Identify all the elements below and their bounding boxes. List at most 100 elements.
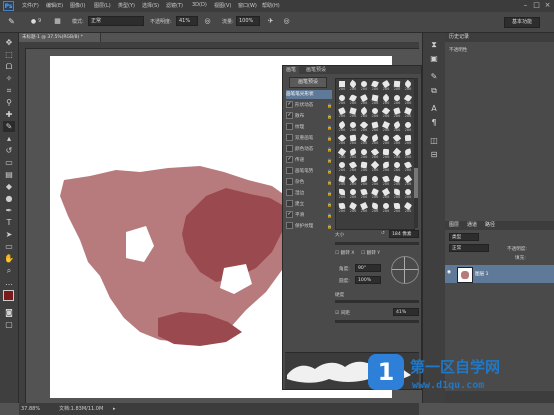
brush-tip[interactable]: 286 [359,80,369,92]
menu-filter[interactable]: 滤镜(T) [166,2,183,9]
brush-option-checkbox[interactable] [286,189,293,196]
brush-panel-icon[interactable]: ✎ [428,71,440,82]
brush-tip[interactable]: 286 [370,174,380,187]
brush-tip[interactable]: 286 [337,188,347,200]
spacing-field[interactable]: 41% [393,308,419,316]
lock-icon[interactable]: 🔒 [327,145,332,154]
airbrush-icon[interactable]: ✈ [265,16,276,27]
brush-tip[interactable]: 286 [381,148,391,160]
menu-window[interactable]: 窗口(W) [238,2,257,9]
brush-tip[interactable]: 286 [381,161,391,173]
brush-tip[interactable]: 286 [370,107,380,119]
adjust-panel-icon[interactable]: ⊟ [428,149,440,160]
brush-tip[interactable]: 286 [381,120,391,133]
layer-kind-filter[interactable]: 类型 [449,233,479,241]
spacing-slider[interactable] [335,320,419,323]
tab-brush-presets[interactable]: 画笔预设 [303,66,329,74]
brush-tip[interactable]: 286 [337,133,347,146]
brush-option-checkbox[interactable] [286,167,293,174]
brush-tip[interactable]: 286 [392,133,402,146]
history-panel-icon[interactable]: ⧗ [428,39,440,50]
brush-panel-toggle-icon[interactable]: ▦ [52,16,63,27]
roundness-field[interactable]: 100% [355,276,381,284]
brush-tip[interactable]: 286 [348,134,358,146]
brush-tip[interactable]: 286 [381,174,391,187]
brush-tip[interactable]: 286 [370,201,380,214]
brush-tip[interactable]: 286 [403,187,413,200]
brush-option-item[interactable]: 双重画笔 🔒 [286,134,332,143]
pressure-size-icon[interactable]: ◎ [281,16,292,27]
opacity-field[interactable]: 41% [176,16,198,26]
workspace-select[interactable]: 基本功能 [504,17,540,28]
status-arrow-icon[interactable]: ▸ [113,403,116,415]
brush-tip[interactable]: 286 [392,94,402,106]
brush-tip[interactable]: 286 [381,134,391,146]
lock-icon[interactable]: 🔒 [327,200,332,209]
brush-tip[interactable]: 286 [403,201,413,214]
flow-field[interactable]: 100% [236,16,260,26]
brush-option-checkbox[interactable] [286,123,293,130]
history-item[interactable]: 不透明性 [449,47,467,53]
brush-tip[interactable]: 286 [348,160,358,173]
tip-grid-scrollbar[interactable] [414,78,418,228]
quick-mask-icon[interactable]: ◙ [3,307,15,318]
close-icon[interactable]: × [543,1,552,10]
brush-option-item[interactable]: 纹理 🔒 [286,123,332,132]
rectangle-tool-icon[interactable]: ▭ [3,241,15,252]
brush-tip-grid[interactable]: 286 286 286 286 286 286 286 286 286 286 286 286 286 2… [335,78,415,230]
blend-mode-select[interactable]: 正常 [449,244,489,252]
brush-tip[interactable]: 286 [392,188,402,200]
brush-tip[interactable]: 286 [403,107,413,119]
tab-channels[interactable]: 通道 [463,222,481,228]
brush-tip[interactable]: 286 [392,160,402,173]
lock-icon[interactable]: 🔒 [327,134,332,143]
brush-tip[interactable]: 286 [370,188,380,200]
brush-tip[interactable]: 286 [370,80,380,92]
maximize-icon[interactable]: □ [532,1,541,10]
layer-row[interactable]: ◉ 图层 1 [445,265,554,283]
hardness-slider[interactable] [335,300,419,303]
brush-option-item[interactable]: 颜色动态 🔒 [286,145,332,154]
brush-tip[interactable]: 286 [337,174,347,187]
brush-tip[interactable]: 286 [337,202,347,214]
screen-mode-icon[interactable]: ▢ [3,319,15,330]
brush-tip[interactable]: 286 [403,79,413,92]
brush-option-item[interactable]: ✓ 散布 🔒 [286,112,332,121]
dodge-tool-icon[interactable]: ● [3,193,15,204]
lock-icon[interactable]: 🔒 [327,178,332,187]
tab-brush[interactable]: 画笔 [283,66,300,74]
clone-source-icon[interactable]: ⧉ [428,85,440,96]
brush-tip[interactable]: 286 [348,187,358,200]
brush-option-checkbox[interactable]: ✓ [286,101,293,108]
brush-tip[interactable]: 286 [403,161,413,173]
history-brush-icon[interactable]: ↺ [3,145,15,156]
brush-option-checkbox[interactable] [286,200,293,207]
path-select-icon[interactable]: ➤ [3,229,15,240]
brush-option-item[interactable]: 杂色 🔒 [286,178,332,187]
brush-option-checkbox[interactable] [286,134,293,141]
brush-tip[interactable]: 286 [370,94,380,106]
brush-tip[interactable]: 286 [348,93,358,106]
brush-tip[interactable]: 286 [359,188,369,200]
menu-layer[interactable]: 图层(L) [94,2,111,9]
lock-icon[interactable]: 🔒 [327,211,332,220]
menu-type[interactable]: 类型(Y) [118,2,135,9]
zoom-level[interactable]: 37.88% [21,403,40,415]
eyedropper-tool-icon[interactable]: ⚲ [3,97,15,108]
brush-presets-button[interactable]: 画笔预设 [289,77,327,88]
info-panel-icon[interactable]: ◫ [428,135,440,146]
foreground-color-swatch[interactable] [3,290,14,301]
brush-tip[interactable]: 286 [359,93,369,106]
brush-option-checkbox[interactable] [286,178,293,185]
spacing-checkbox[interactable]: ☑ 间距 [335,310,350,316]
brush-tip[interactable]: 286 [392,202,402,214]
tab-paths[interactable]: 路径 [481,222,499,228]
brush-tip[interactable]: 286 [337,161,347,173]
layer-name[interactable]: 图层 1 [475,271,489,277]
brush-tip[interactable]: 286 [359,201,369,214]
brush-tip[interactable]: 286 [348,79,358,92]
brush-option-item[interactable]: 保护纹理 🔒 [286,222,332,231]
brush-tip[interactable]: 286 [403,93,413,106]
flip-y-checkbox[interactable]: ☐ 翻转 Y [361,250,380,256]
brush-tool-icon[interactable]: ✎ [6,16,17,27]
